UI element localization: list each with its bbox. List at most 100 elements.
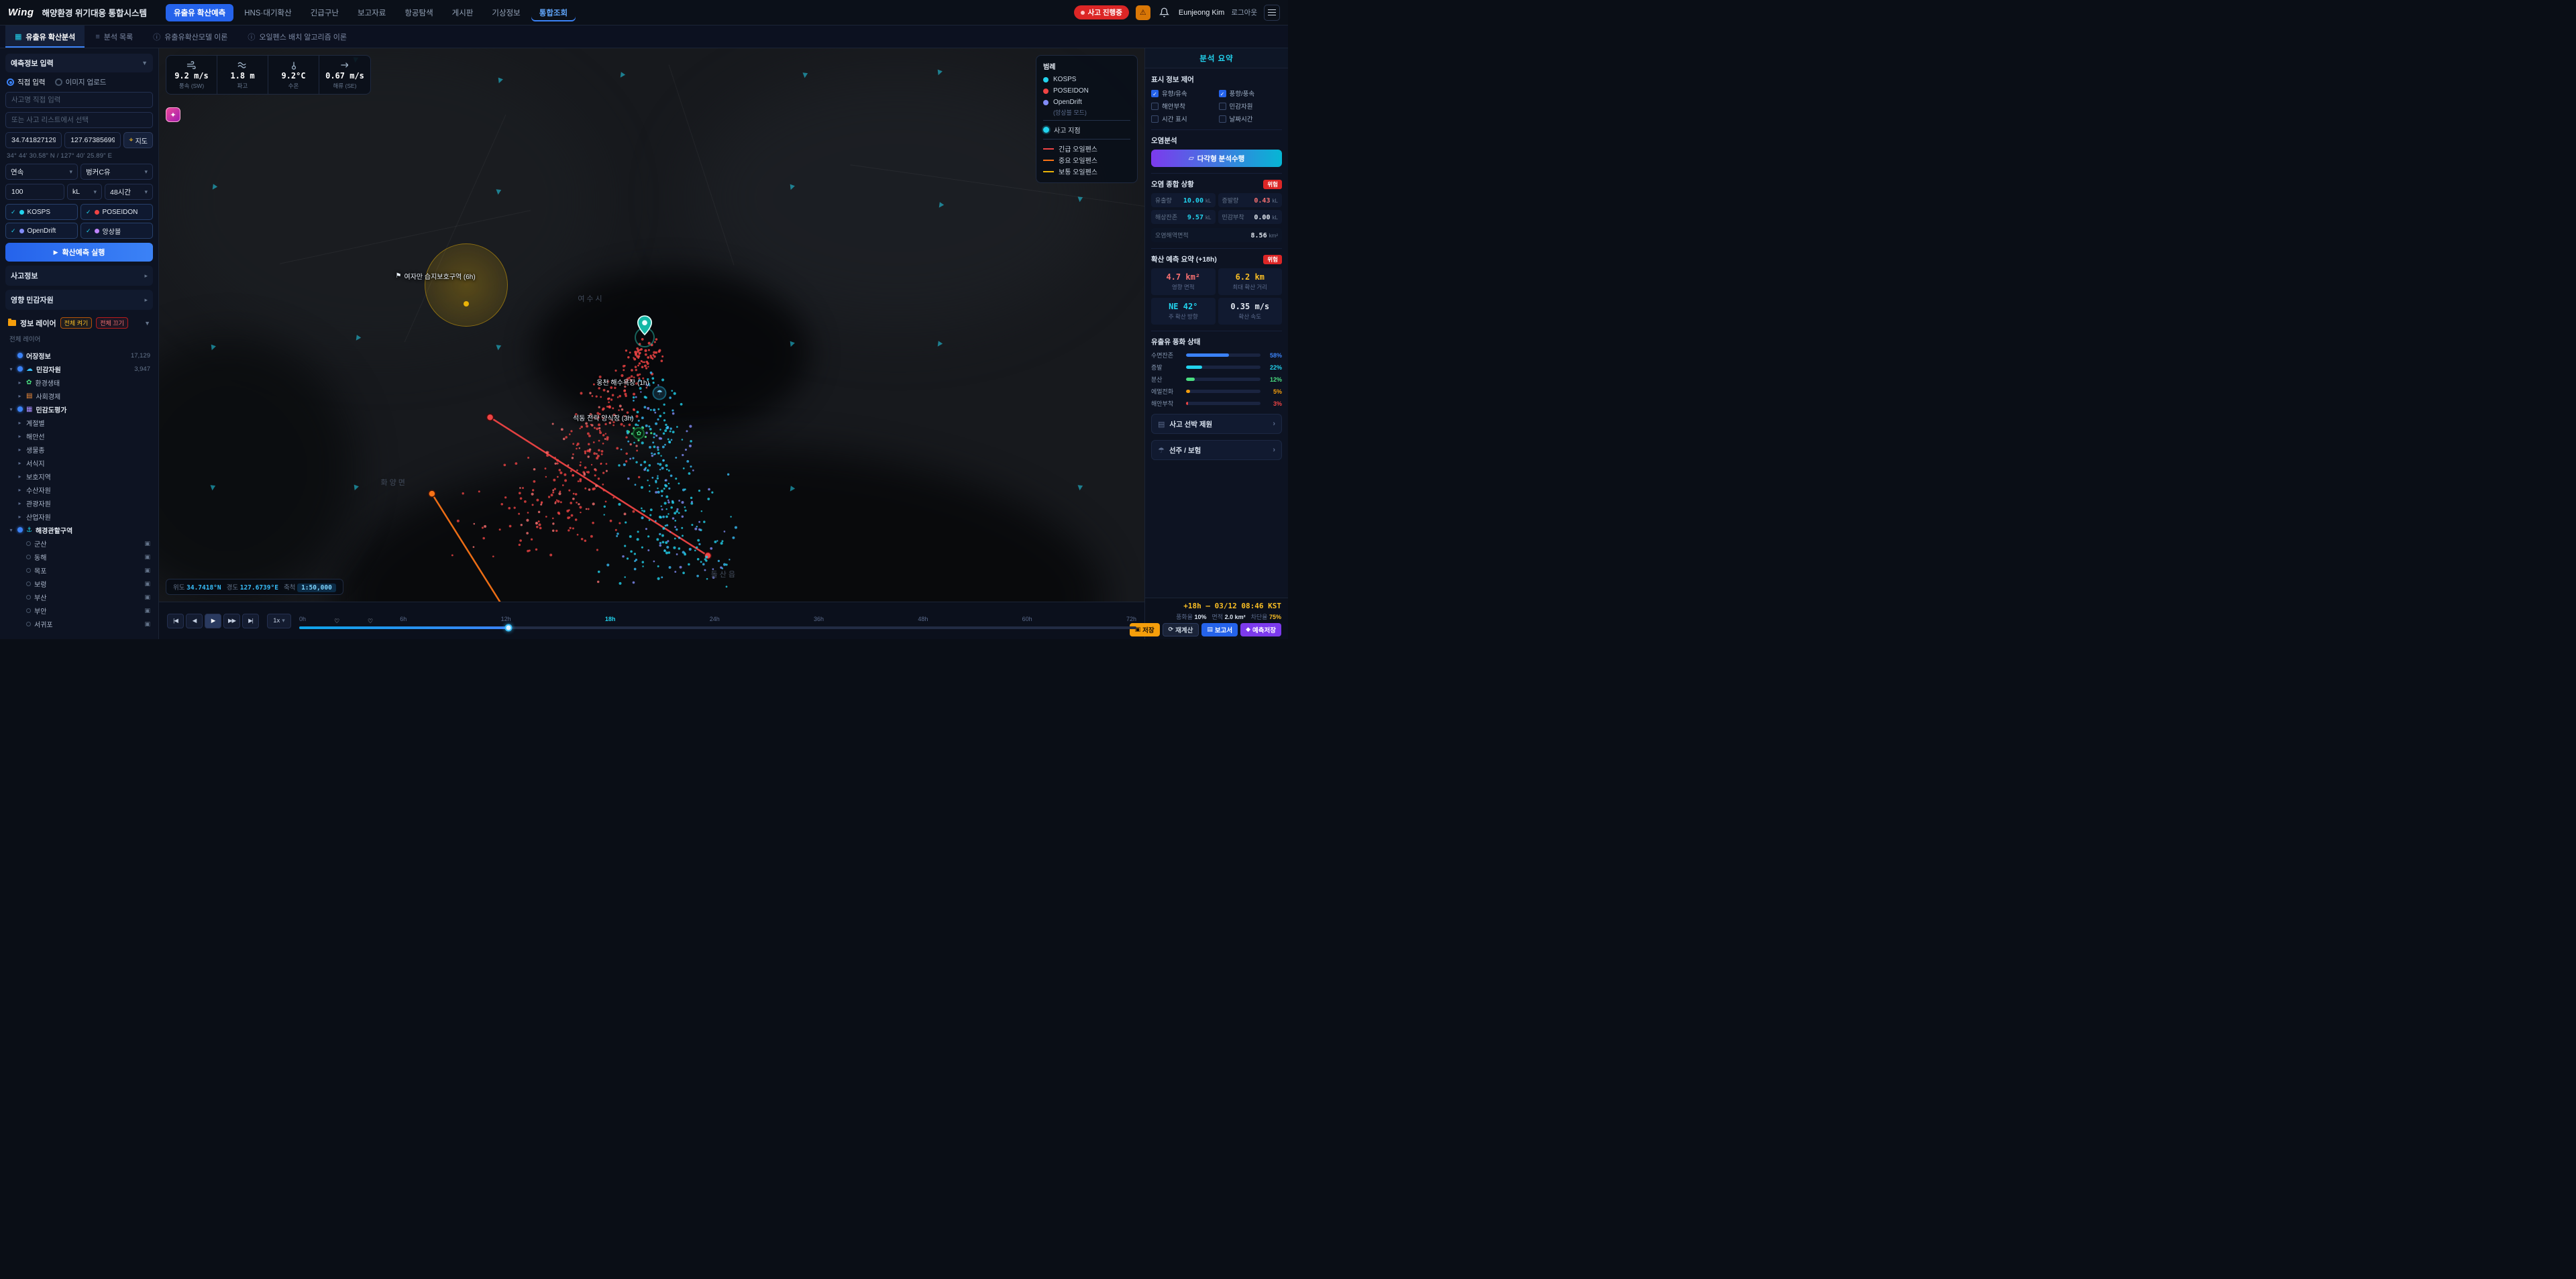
amount-input[interactable]	[5, 184, 64, 200]
farm-marker-label[interactable]: 석동 전략 양식장 (3h)	[573, 412, 634, 423]
layer-off-toggle[interactable]	[26, 567, 31, 573]
layer-row[interactable]: ▸ 계절별	[5, 416, 153, 429]
map-style-button[interactable]: ✦	[166, 107, 180, 122]
layer-extent-icon[interactable]: ▣	[144, 594, 150, 601]
accident-info-section[interactable]: 사고정보 ▸	[5, 266, 153, 286]
display-option[interactable]: 해안부착	[1151, 101, 1215, 111]
accident-list-input[interactable]	[5, 112, 153, 128]
layer-extent-icon[interactable]: ▣	[144, 607, 150, 614]
layer-row[interactable]: 동해 ▣	[5, 550, 153, 563]
layer-row[interactable]: ▸ ▤ 사회경제	[5, 389, 153, 402]
layer-off-toggle[interactable]	[26, 621, 31, 626]
layer-row[interactable]: 목포 ▣	[5, 563, 153, 577]
beach-marker-label[interactable]: 웅천 해수욕장 (1h)	[596, 377, 649, 387]
nav-item[interactable]: 기상정보	[484, 4, 528, 21]
action-button[interactable]: ⟳ 재계산	[1162, 622, 1199, 636]
tick-label[interactable]: 24h	[710, 616, 720, 622]
layer-row[interactable]: ▾ ▦ 민감도평가	[5, 402, 153, 416]
display-option[interactable]: 풍향/풍속	[1218, 89, 1283, 98]
tick-label[interactable]: 12h	[501, 616, 511, 622]
layer-on-toggle[interactable]	[17, 366, 23, 372]
checkbox-icon[interactable]	[1218, 102, 1226, 110]
action-button[interactable]: ▣ 저장	[1129, 622, 1160, 636]
layer-off-toggle[interactable]	[26, 581, 31, 586]
spill-type-select[interactable]: 연속 ▾	[5, 164, 78, 180]
layers-all-on-button[interactable]: 전체 켜기	[60, 317, 93, 329]
layer-off-toggle[interactable]	[26, 608, 31, 613]
playback-button[interactable]: ◀	[186, 613, 203, 628]
accident-name-input[interactable]	[5, 92, 153, 108]
action-button[interactable]: ▤ 보고서	[1201, 622, 1238, 636]
unit-select[interactable]: kL ▾	[67, 184, 102, 200]
display-option[interactable]: 날짜시간	[1218, 114, 1283, 123]
playback-button[interactable]: |◀	[167, 613, 184, 628]
speed-select[interactable]: 1x ▾	[267, 613, 291, 628]
tick-label[interactable]: 6h	[400, 616, 407, 622]
hamburger-menu-button[interactable]	[1264, 4, 1280, 21]
notification-bell-button[interactable]	[1157, 5, 1172, 20]
layer-row[interactable]: 부안 ▣	[5, 604, 153, 617]
map-canvas[interactable]: ▶▶▶▶▶▶▶▶▶▶▶▶▶▶▶▶▶▶▶ ⚑여자만 습지보호구역 (6h) 웅천 …	[159, 48, 1144, 602]
layer-extent-icon[interactable]: ▣	[144, 553, 150, 561]
tick-label[interactable]: 0h	[299, 616, 306, 622]
oil-type-select[interactable]: 벙커C유 ▾	[80, 164, 153, 180]
expand-arrow-icon[interactable]: ▸	[17, 447, 23, 453]
checkbox-icon[interactable]	[1151, 115, 1159, 123]
model-chip[interactable]: ✓ POSEIDON	[80, 204, 153, 220]
expand-arrow-icon[interactable]: ▸	[17, 514, 23, 520]
model-chip[interactable]: ✓ 앙상블	[80, 223, 153, 239]
tick-label[interactable]: 48h	[918, 616, 928, 622]
timeline-track[interactable]: ♡ ♡	[299, 618, 1136, 631]
duration-select[interactable]: 48시간 ▾	[105, 184, 153, 200]
layer-row[interactable]: ▸ 서식지	[5, 456, 153, 469]
checkbox-icon[interactable]	[1151, 89, 1159, 97]
layer-on-toggle[interactable]	[17, 406, 23, 412]
nav-item[interactable]: 긴급구난	[303, 4, 347, 21]
action-button[interactable]: ◆ 예측저장	[1240, 622, 1281, 636]
timeline-handle[interactable]	[504, 624, 513, 631]
checkbox-icon[interactable]	[1218, 115, 1226, 123]
radio-direct-input[interactable]: 직접 입력	[7, 77, 46, 87]
layer-row[interactable]: ▸ 산업자원	[5, 510, 153, 523]
expand-arrow-icon[interactable]: ▸	[17, 393, 23, 399]
tick-label[interactable]: 72h	[1126, 616, 1136, 622]
longitude-input[interactable]	[64, 132, 121, 148]
expand-arrow-icon[interactable]: ▾	[8, 527, 14, 533]
layer-on-toggle[interactable]	[17, 527, 23, 533]
tab[interactable]: ≡ 분석 목록	[86, 25, 142, 48]
layer-extent-icon[interactable]: ▣	[144, 567, 150, 574]
tab[interactable]: ▦ 유출유 확산분석	[5, 25, 85, 48]
model-chip[interactable]: ✓ KOSPS	[5, 204, 78, 220]
layer-row[interactable]: ▸ ✿ 환경생태	[5, 376, 153, 389]
expand-arrow-icon[interactable]: ▸	[17, 380, 23, 386]
tick-label[interactable]: 60h	[1022, 616, 1032, 622]
layer-row[interactable]: 서귀포 ▣	[5, 617, 153, 630]
incident-pin-icon[interactable]	[636, 315, 653, 337]
beach-poi-icon[interactable]: ☂	[652, 386, 667, 400]
layer-row[interactable]: 어장정보 17,129	[5, 349, 153, 362]
nav-item[interactable]: 유출유 확산예측	[165, 3, 234, 21]
layer-extent-icon[interactable]: ▣	[144, 620, 150, 628]
nav-item[interactable]: 게시판	[444, 4, 482, 21]
nav-item[interactable]: 항공탐색	[396, 4, 441, 21]
nav-item[interactable]: 통합조회	[531, 4, 576, 21]
pick-on-map-button[interactable]: ⌖ 지도	[123, 132, 154, 148]
prediction-input-header[interactable]: 예측정보 입력 ▼	[5, 54, 153, 72]
expand-arrow-icon[interactable]: ▾	[8, 406, 14, 412]
layer-off-toggle[interactable]	[26, 554, 31, 559]
expand-arrow-icon[interactable]: ▸	[17, 420, 23, 426]
layer-row[interactable]: 군산 ▣	[5, 537, 153, 550]
expand-arrow-icon[interactable]: ▸	[17, 500, 23, 506]
checkbox-icon[interactable]	[1218, 89, 1226, 97]
layer-row[interactable]: ▸ 생물종	[5, 443, 153, 456]
layer-on-toggle[interactable]	[17, 353, 23, 358]
display-option[interactable]: 민감자원	[1218, 101, 1283, 111]
run-prediction-button[interactable]: ▶ 확산예측 실행	[5, 243, 153, 262]
alert-button[interactable]: ⚠	[1135, 5, 1150, 20]
layer-off-toggle[interactable]	[26, 594, 31, 600]
polygon-analysis-button[interactable]: ▱ 다각형 분석수행	[1151, 150, 1282, 167]
expand-arrow-icon[interactable]: ▸	[17, 487, 23, 493]
layer-row[interactable]: ▾ ☁ 민감자원 3,947	[5, 362, 153, 376]
playback-button[interactable]: ▶|	[242, 613, 259, 628]
layer-off-toggle[interactable]	[26, 541, 31, 546]
